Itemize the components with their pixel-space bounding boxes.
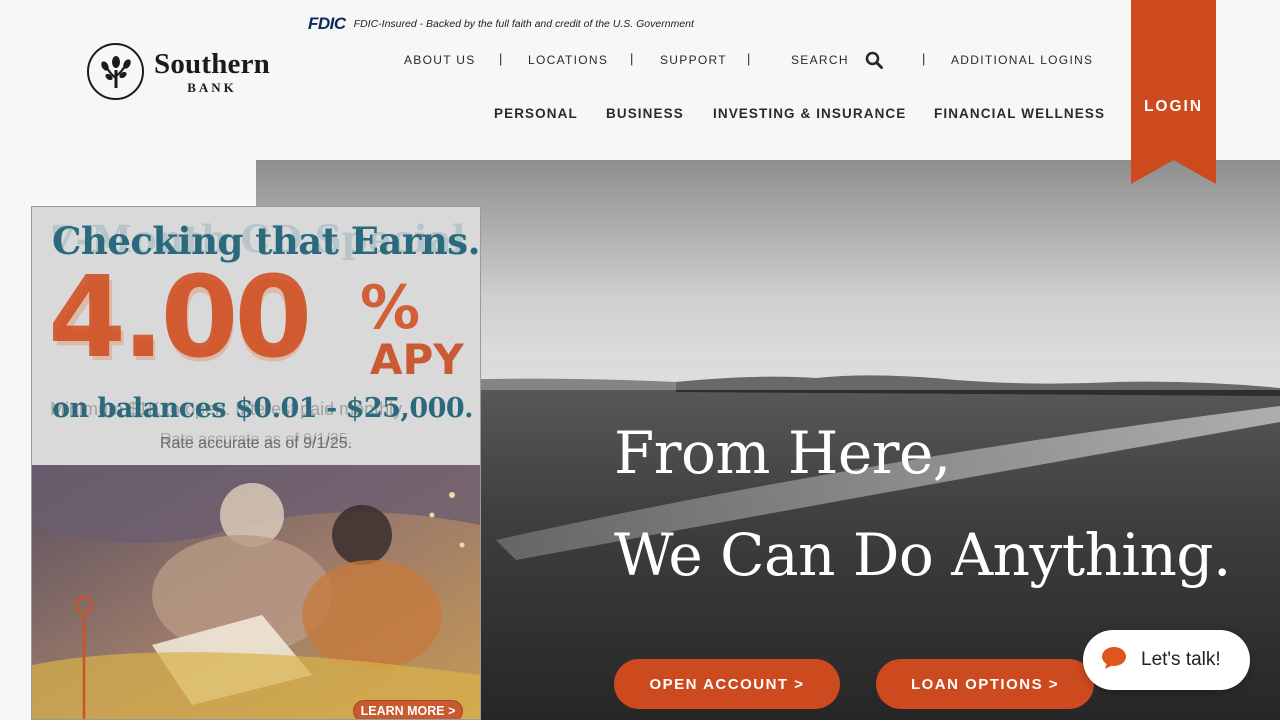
search-icon[interactable] xyxy=(865,51,883,74)
promo-apy: APY xyxy=(370,335,464,384)
nav-financial-wellness[interactable]: FINANCIAL WELLNESS xyxy=(934,106,1105,121)
nav-additional-logins[interactable]: ADDITIONAL LOGINS xyxy=(951,53,1093,67)
fdic-tagline: FDIC-Insured - Backed by the full faith … xyxy=(353,18,694,30)
login-button[interactable]: LOGIN xyxy=(1131,0,1216,184)
search-button[interactable]: SEARCH xyxy=(791,53,849,67)
open-account-button[interactable]: OPEN ACCOUNT > xyxy=(614,659,840,709)
fdic-logo: FDIC xyxy=(308,14,346,33)
brand-logo[interactable]: Southern BANK xyxy=(87,43,270,100)
nav-personal[interactable]: PERSONAL xyxy=(494,106,578,121)
chat-widget[interactable]: Let's talk! xyxy=(1083,630,1250,690)
fdic-banner: FDIC FDIC-Insured - Backed by the full f… xyxy=(308,14,694,34)
nav-separator: | xyxy=(922,51,926,66)
brand-subtitle: BANK xyxy=(187,79,237,95)
nav-separator: | xyxy=(747,51,751,66)
hero-line-1: From Here, xyxy=(614,419,951,487)
nav-locations[interactable]: LOCATIONS xyxy=(528,53,608,67)
loan-options-button[interactable]: LOAN OPTIONS > xyxy=(876,659,1094,709)
promo-text-panel: 7-Month CD Special 4.00 Minimum $1K to o… xyxy=(32,207,480,465)
promo-photo xyxy=(32,465,480,719)
promo-rate: 4.00 xyxy=(48,253,312,383)
brand-name: Southern xyxy=(154,47,271,80)
nav-about-us[interactable]: ABOUT US xyxy=(404,53,476,67)
hero-line-2: We Can Do Anything. xyxy=(614,521,1231,589)
promo-balances: on balances $0.01 - $25,000. xyxy=(52,393,474,424)
promo-percent: % xyxy=(360,273,421,343)
nav-support[interactable]: SUPPORT xyxy=(660,53,727,67)
nav-separator: | xyxy=(630,51,634,66)
chat-bubble-icon xyxy=(1101,646,1127,675)
nav-investing-insurance[interactable]: INVESTING & INSURANCE xyxy=(713,106,906,121)
tree-icon xyxy=(87,43,144,100)
nav-business[interactable]: BUSINESS xyxy=(606,106,684,121)
promo-card[interactable]: 7-Month CD Special 4.00 Minimum $1K to o… xyxy=(31,206,481,720)
learn-more-button[interactable]: LEARN MORE > xyxy=(353,700,463,719)
hero-headline: From Here, We Can Do Anything. xyxy=(614,402,1231,606)
chat-label: Let's talk! xyxy=(1141,649,1221,670)
nav-separator: | xyxy=(499,51,503,66)
promo-rate-note: Rate accurate as of 9/1/25. xyxy=(159,435,353,452)
